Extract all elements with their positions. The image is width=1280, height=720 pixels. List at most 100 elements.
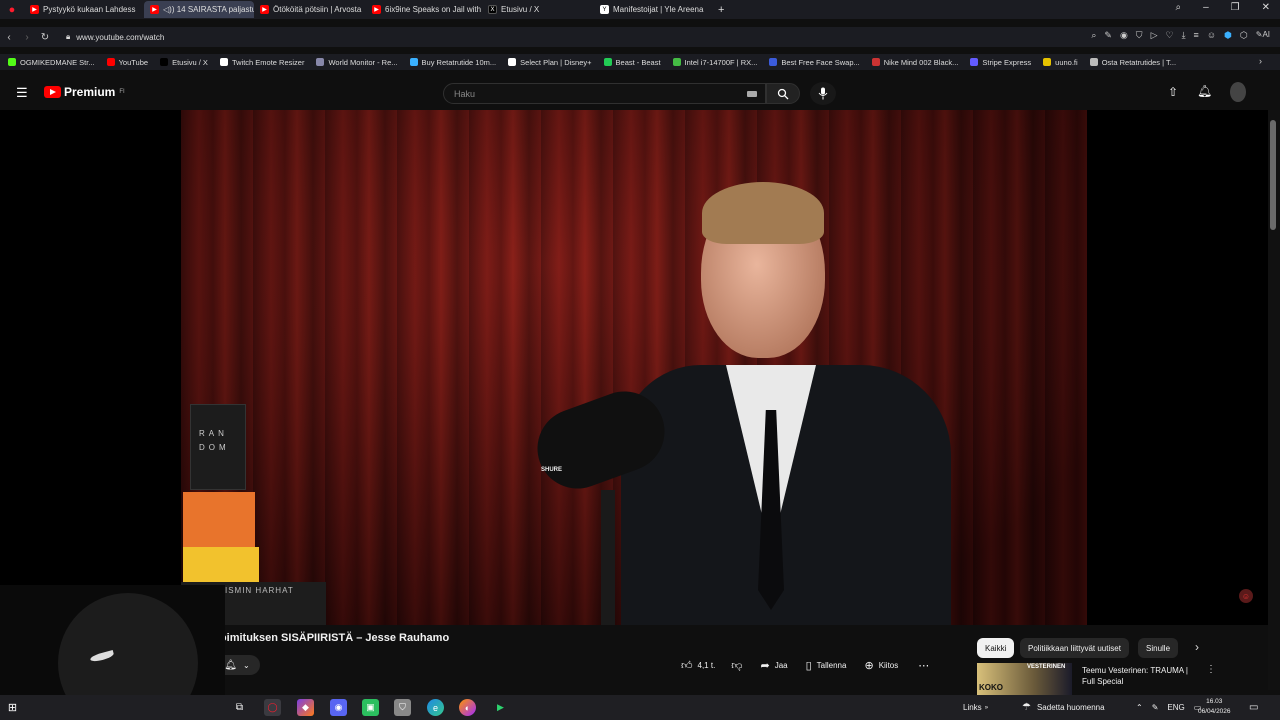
chip-all[interactable]: Kaikki [977,638,1015,658]
bookmark-item[interactable]: Best Free Face Swap... [769,58,860,67]
extension-icon[interactable]: ⬢ [1224,30,1232,41]
chip-politics[interactable]: Politiikkaan liittyvät uutiset [1020,638,1129,658]
chevron-right-icon[interactable]: › [1195,640,1199,654]
bookmark-favicon-icon [1043,58,1052,66]
browser-tab[interactable]: ▶ Pystyykö kukaan Lahdess [24,1,144,18]
maximize-icon[interactable]: ❐ [1231,2,1240,13]
recommendation-title[interactable]: Teemu Vesterinen: TRAUMA | Full Special [1082,665,1200,687]
bookmark-item[interactable]: Nike Mind 002 Black... [871,58,958,67]
lang-indicator[interactable]: ENG [1167,703,1184,712]
browser-tab-strip: ● ▶ Pystyykö kukaan Lahdess ▶ ◁)) 14 SAI… [0,0,1280,19]
ai-button[interactable]: ✎AI [1256,30,1270,41]
clock[interactable]: 16.03 06/04/2026 [1198,697,1231,717]
chip-label: Politiikkaan liittyvät uutiset [1028,643,1121,653]
bookmark-item[interactable]: Buy Retatrutide 10m... [409,58,496,67]
bookmark-item[interactable]: Twitch Emote Resizer [219,58,304,67]
chip-label: Sinulle [1146,643,1171,653]
links-toolbar[interactable]: Links» [963,695,988,720]
bookmark-item[interactable]: uuno.fi [1043,58,1078,67]
search-button[interactable] [766,83,800,104]
scrollbar-thumb[interactable] [1270,120,1276,230]
heart-icon[interactable]: ♡ [1165,30,1173,41]
edit-icon[interactable]: ✎ [1104,30,1112,41]
browser-tab[interactable]: ▶ Ötököitä pötsiin | Arvosta [254,1,366,18]
new-tab-button[interactable]: + [718,4,724,16]
app-taskbar-icon[interactable]: ◆ [297,699,314,716]
reload-icon[interactable]: ↻ [36,32,54,43]
browser-tab[interactable]: Y Manifestoijat | Yle Areena [594,1,714,18]
chip-for-you[interactable]: Sinulle [1138,638,1179,658]
firefox-icon[interactable]: ◐ [459,699,476,716]
channel-watermark-icon[interactable]: ☺ [1239,589,1253,603]
avatar[interactable] [1230,82,1246,102]
share-button[interactable]: ➦ Jaa [760,659,787,672]
bookmark-item[interactable]: Intel i7-14700F | RX... [672,58,757,67]
dislike-button[interactable]: 👎︎ [731,659,742,672]
save-button[interactable]: ▯ Tallenna [806,659,847,672]
back-icon[interactable]: ‹ [0,32,18,43]
weather-label: Sadetta huomenna [1036,703,1105,712]
task-view-icon[interactable]: ⧉ [231,699,248,716]
url-field[interactable]: 🔒︎ www.youtube.com/watch [66,32,164,42]
thumbs-up-icon: 👍︎ [681,659,693,672]
download-icon[interactable]: ⤓ [1182,30,1186,41]
opera-menu-icon[interactable]: ● [0,0,24,19]
tray-expand-icon[interactable]: ⌃ [1136,703,1143,712]
bookmark-item[interactable]: OGMIKEDMANE Str... [8,58,95,67]
voice-search-button[interactable] [810,82,836,105]
bookmark-item[interactable]: Select Plan | Disney+ [508,58,592,67]
clock-date: 06/04/2026 [1198,708,1231,715]
more-actions-icon[interactable]: ⋯ [918,659,929,672]
browser-tab[interactable]: X Etusivu / X [482,1,594,18]
kick-icon[interactable]: ▶ [492,699,509,716]
minimize-icon[interactable]: – [1203,2,1209,13]
bookmark-item[interactable]: Osta Retatrutides | T... [1089,58,1176,67]
bell-icon: 🔔︎ [224,659,237,671]
youtube-premium-logo[interactable]: Premium FI [44,85,125,99]
video-player[interactable]: SHURE RAN DOM ATEISMIN HARHAT ☺ [0,110,1268,625]
app-shield-icon[interactable]: ⛉ [394,699,411,716]
video-frame: SHURE RAN DOM ATEISMIN HARHAT [181,110,1087,625]
menu-list-icon[interactable]: ≡ [1194,30,1199,41]
browser-tab[interactable]: ▶ 6ix9ine Speaks on Jail with [366,1,482,18]
upload-icon[interactable]: ⇧ [1168,85,1178,99]
bookmark-label: OGMIKEDMANE Str... [20,57,95,67]
bookmark-item[interactable]: World Monitor - Re... [316,58,398,67]
forward-icon[interactable]: › [18,32,36,43]
close-icon[interactable]: ✕ [1262,2,1270,13]
notifications-bell-icon[interactable]: 🔔︎ [1197,84,1212,98]
thumbnail-text-2: VESTERINEN [1027,664,1066,670]
find-icon[interactable]: ⌕ [1091,30,1096,41]
like-button[interactable]: 👍︎ 4,1 t. [681,659,715,672]
camera-icon[interactable]: ◉ [1120,30,1128,41]
bookmarks-overflow-icon[interactable]: › [1259,56,1262,66]
play-icon[interactable]: ▷ [1151,30,1158,41]
opera-taskbar-icon[interactable]: ◯ [264,699,281,716]
notifications-icon[interactable]: ▭ [1249,695,1258,720]
hamburger-menu-icon[interactable]: ☰ [16,85,28,101]
search-tabs-icon[interactable]: ⌕ [1175,2,1181,13]
browser-tab-active[interactable]: ▶ ◁)) 14 SAIRASTA paljastu [144,1,254,18]
app-green-icon[interactable]: ▣ [362,699,379,716]
keyboard-icon[interactable] [747,91,757,97]
thanks-button[interactable]: ⊕ Kiitos [864,659,898,672]
recommendation-thumbnail[interactable]: KOKO VESTERINEN [977,663,1072,695]
recommendation-more-icon[interactable]: ⋮ [1206,664,1216,675]
bookmark-item[interactable]: Stripe Express [970,58,1031,67]
edge-icon[interactable]: e [427,699,444,716]
shield-icon[interactable]: ⛉ [1136,30,1143,41]
bookmark-item[interactable]: Etusivu / X [160,58,208,67]
search-input[interactable]: Haku [443,83,766,104]
bookmark-label: uuno.fi [1055,57,1078,67]
weather-widget[interactable]: ☂ Sadetta huomenna [1022,695,1105,720]
windows-start-icon[interactable]: ⊞ [4,699,21,716]
thumbs-down-icon: 👎︎ [731,659,743,672]
discord-icon[interactable]: ◉ [330,699,347,716]
profile-icon[interactable]: ☺ [1207,30,1216,41]
bookmark-item[interactable]: YouTube [106,58,148,67]
cube-icon[interactable]: ⬡ [1240,30,1248,41]
bookmark-favicon-icon [160,58,169,66]
bookmark-item[interactable]: Beast - Beast [603,58,661,67]
pen-icon[interactable]: ✎ [1152,703,1159,712]
youtube-header: ☰ Premium FI Haku ⇧ 🔔︎ [0,76,1280,110]
